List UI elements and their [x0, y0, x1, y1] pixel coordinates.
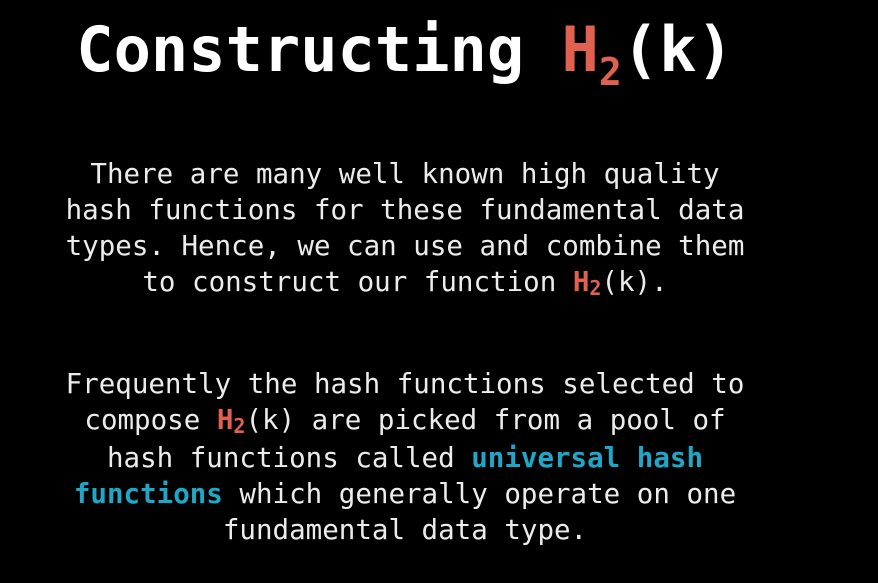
paragraph2-line3-prefix: hash functions called [106, 442, 472, 474]
paragraph2-function-subscript: 2 [233, 414, 246, 438]
slide: Constructing H2(k) There are many well k… [0, 0, 878, 583]
title-function-arg: (k) [621, 13, 734, 86]
paragraph2-line1: Frequently the hash functions selected t… [65, 368, 745, 400]
title-function-subscript: 2 [598, 50, 622, 94]
paragraph2-function-h2: H2 [216, 404, 246, 438]
paragraph2-line4: functions which generally operate on one [0, 476, 810, 512]
paragraph2-line4-suffix: which generally operate on one [222, 478, 737, 510]
paragraph1-line4: to construct our function H2(k). [0, 264, 810, 302]
paragraph1-line4-prefix: to construct our function [142, 266, 573, 298]
paragraph1-line4-suffix: (k). [601, 266, 668, 298]
paragraph2-line2-prefix: compose [84, 404, 217, 436]
term-universal-hash: universal hash [471, 442, 704, 474]
paragraph2-line2: compose H2(k) are picked from a pool of [0, 402, 810, 440]
slide-title: Constructing H2(k) [0, 10, 810, 98]
paragraph1-line2: hash functions for these fundamental dat… [65, 194, 745, 226]
title-function-h2: H2 [561, 13, 622, 94]
paragraph2-line3: hash functions called universal hash [0, 440, 810, 476]
paragraph-hash-functions: There are many well known high quality h… [0, 156, 810, 302]
paragraph2-line2-suffix: (k) are picked from a pool of [245, 404, 726, 436]
paragraph-universal-hash: Frequently the hash functions selected t… [0, 366, 810, 548]
paragraph1-function-h2: H2 [572, 266, 602, 300]
paragraph2-line5: fundamental data type. [222, 514, 588, 546]
term-functions: functions [73, 478, 223, 510]
title-prefix: Constructing [76, 13, 562, 86]
paragraph1-function-letter: H [572, 266, 590, 298]
paragraph1-function-subscript: 2 [589, 276, 602, 300]
title-function-letter: H [561, 13, 599, 86]
paragraph2-function-letter: H [216, 404, 234, 436]
paragraph1-line1: There are many well known high quality [90, 158, 720, 190]
paragraph1-line3: types. Hence, we can use and combine the… [65, 230, 745, 262]
